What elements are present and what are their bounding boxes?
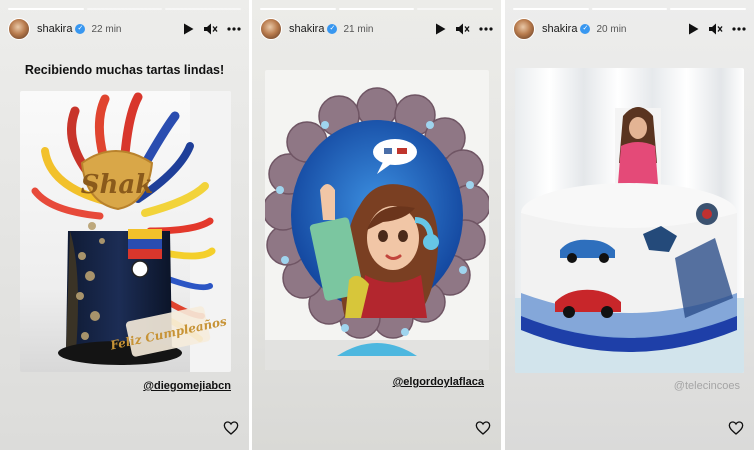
avatar[interactable]: [513, 18, 535, 40]
verified-badge-icon: ✓: [580, 24, 591, 34]
username[interactable]: shakira: [37, 23, 72, 35]
verified-badge-icon: ✓: [75, 24, 86, 34]
progress-segment: [8, 8, 84, 10]
timestamp: 20 min: [596, 23, 627, 35]
mention-tag[interactable]: @diegomejiabcn: [143, 380, 231, 392]
verified-badge-icon: ✓: [327, 24, 338, 34]
heart-icon[interactable]: [223, 420, 239, 436]
progress-segment: [670, 8, 747, 10]
heart-icon[interactable]: [475, 420, 491, 436]
story-progress-bar: [513, 8, 747, 10]
cake-photo: [515, 68, 744, 373]
username[interactable]: shakira: [289, 23, 324, 35]
play-icon[interactable]: [433, 22, 447, 36]
story-progress-bar: [260, 8, 494, 10]
story-caption: Recibiendo muchas tartas lindas!: [24, 63, 225, 77]
more-icon[interactable]: [227, 22, 241, 36]
avatar[interactable]: [260, 18, 282, 40]
play-icon[interactable]: [181, 22, 195, 36]
progress-segment: [591, 8, 668, 10]
timestamp: 22 min: [91, 23, 122, 35]
cake-topper-name: Shak: [81, 170, 154, 200]
progress-segment: [417, 8, 494, 10]
cake-photo: Shak Feliz Cumpleaños: [20, 91, 231, 372]
avatar[interactable]: [8, 18, 30, 40]
mention-tag[interactable]: @elgordoylaflaca: [393, 376, 484, 388]
timestamp: 21 min: [343, 23, 374, 35]
watermark: @telecincoes: [673, 380, 740, 392]
mute-icon[interactable]: [709, 22, 723, 36]
heart-icon[interactable]: [728, 420, 744, 436]
progress-segment: [260, 8, 336, 10]
more-icon[interactable]: [479, 22, 493, 36]
progress-segment: [338, 8, 415, 10]
username[interactable]: shakira: [542, 23, 577, 35]
story-header: shakira ✓ 21 min: [260, 17, 493, 41]
story-panel-1[interactable]: shakira ✓ 22 min Recibiendo muchas tarta…: [0, 0, 249, 450]
cake-photo: [265, 70, 489, 370]
story-header: shakira ✓ 20 min: [513, 17, 746, 41]
progress-segment: [86, 8, 163, 10]
play-icon[interactable]: [686, 22, 700, 36]
more-icon[interactable]: [732, 22, 746, 36]
progress-segment: [513, 8, 589, 10]
story-header: shakira ✓ 22 min: [8, 17, 241, 41]
mute-icon[interactable]: [456, 22, 470, 36]
story-panel-3[interactable]: shakira ✓ 20 min @telecincoes: [505, 0, 754, 450]
mute-icon[interactable]: [204, 22, 218, 36]
story-panel-2[interactable]: shakira ✓ 21 min @elgordoylaflaca: [252, 0, 501, 450]
progress-segment: [165, 8, 242, 10]
story-progress-bar: [8, 8, 242, 10]
